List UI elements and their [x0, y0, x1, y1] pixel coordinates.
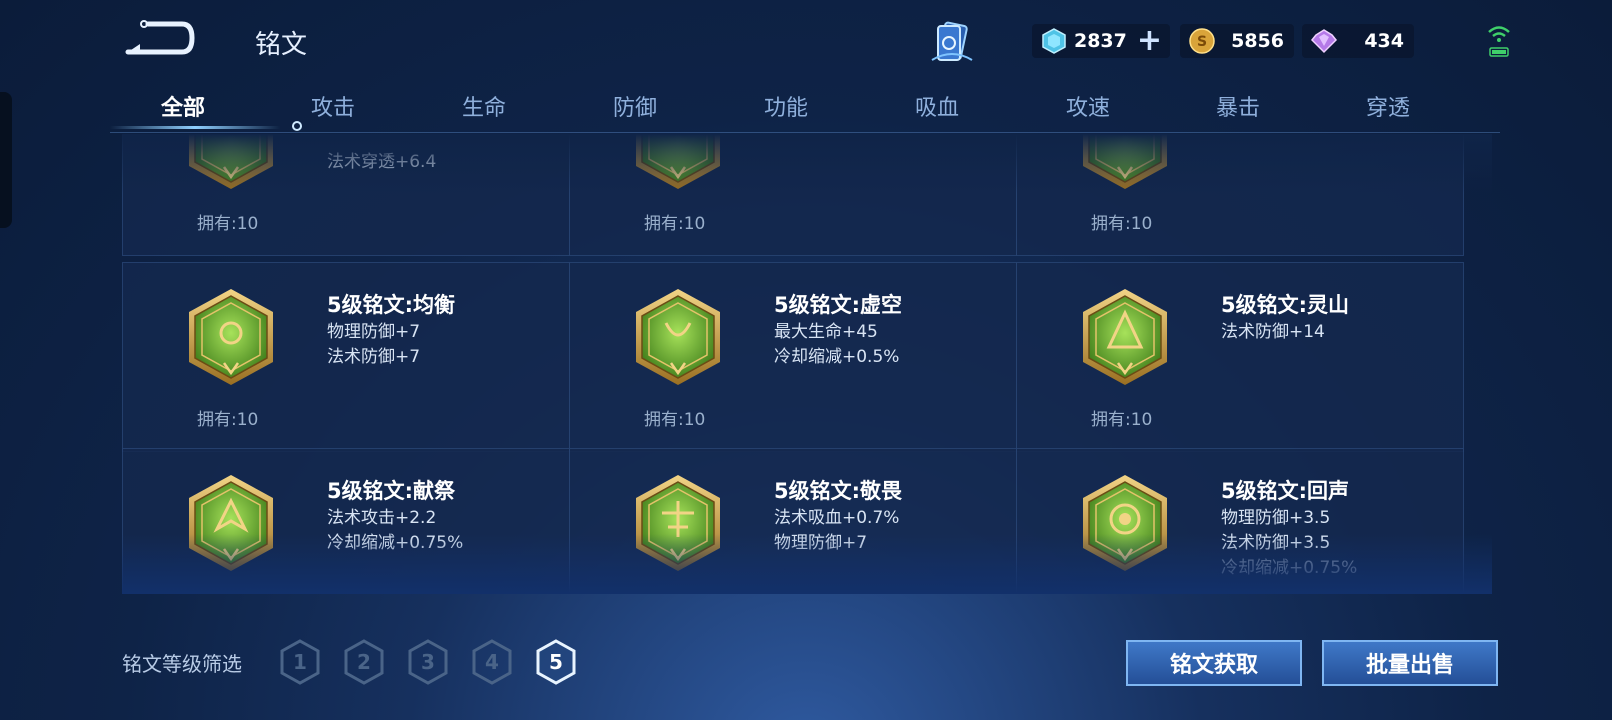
tab-attack[interactable]: 攻击 [311, 90, 355, 122]
level-filter-5-selected[interactable]: 5 [534, 638, 578, 686]
rune-owned-count: 拥有:10 [1091, 410, 1153, 430]
rune-grid: 法术穿透+6.4 拥有:10 拥有:10 拥有:10 5级铭文:均衡 物理防御+… [122, 134, 1492, 594]
tab-attack-speed[interactable]: 攻速 [1066, 90, 1110, 122]
rune-card-balance[interactable]: 5级铭文:均衡 物理防御+7 法术防御+7 拥有:10 [122, 262, 570, 452]
svg-text:1: 1 [293, 650, 307, 674]
rune-card-awe[interactable]: 5级铭文:敬畏 法术吸血+0.7% 物理防御+7 [569, 448, 1017, 594]
diamond-icon [1042, 28, 1066, 54]
rune-attribute: 法术攻击+2.2 [327, 508, 437, 528]
rune-card-sacrifice[interactable]: 5级铭文:献祭 法术攻击+2.2 冷却缩减+0.75% [122, 448, 570, 594]
svg-text:5: 5 [549, 650, 563, 674]
rune-owned-count: 拥有:10 [1091, 214, 1153, 234]
rune-owned-count: 拥有:10 [644, 410, 706, 430]
coin-counter: S 5856 [1180, 24, 1294, 58]
rune-emblem-icon [1079, 134, 1171, 191]
side-handle[interactable] [0, 92, 12, 228]
tab-defense[interactable]: 防御 [613, 90, 657, 122]
rune-owned-count: 拥有:10 [644, 214, 706, 234]
tab-penetration[interactable]: 穿透 [1366, 90, 1410, 122]
back-arrow-icon[interactable] [120, 18, 200, 58]
svg-text:4: 4 [485, 650, 499, 674]
acquire-rune-button[interactable]: 铭文获取 [1126, 640, 1302, 686]
rune-emblem-icon [185, 287, 277, 387]
rune-name: 5级铭文:敬畏 [774, 479, 903, 503]
rune-attribute: 法术防御+7 [327, 347, 421, 367]
rune-name: 5级铭文:回声 [1221, 479, 1350, 503]
rune-name: 5级铭文:均衡 [327, 293, 456, 317]
bottom-bar: 铭文等级筛选 1 2 3 4 5 铭文获取 批量出售 [0, 630, 1612, 700]
level-filter-2[interactable]: 2 [342, 638, 386, 686]
rune-card-icon[interactable] [928, 18, 976, 66]
rune-name: 5级铭文:虚空 [774, 293, 903, 317]
svg-text:S: S [1197, 34, 1207, 50]
rune-attribute: 物理防御+7 [327, 322, 421, 342]
level-filter-label: 铭文等级筛选 [122, 652, 242, 676]
rune-attribute: 法术防御+14 [1221, 322, 1325, 342]
add-diamond-button[interactable]: + [1137, 26, 1170, 56]
rune-owned-count: 拥有:10 [197, 214, 259, 234]
active-tab-indicator [110, 126, 280, 129]
rune-attribute: 物理防御+3.5 [1221, 508, 1331, 528]
gem-value: 434 [1364, 30, 1404, 52]
rune-emblem-icon [632, 134, 724, 191]
top-bar: 铭文 2837 + S 5856 434 [0, 0, 1612, 85]
level-filter-1[interactable]: 1 [278, 638, 322, 686]
diamond-value: 2837 [1073, 30, 1127, 52]
gem-counter: 434 [1302, 24, 1414, 58]
category-tabs: 全部 攻击 生命 防御 功能 吸血 攻速 暴击 穿透 [110, 86, 1500, 133]
rune-attribute: 冷却缩减+0.75% [1221, 558, 1358, 578]
rune-attribute: 法术防御+3.5 [1221, 533, 1331, 553]
level-filter-3[interactable]: 3 [406, 638, 450, 686]
rune-name: 5级铭文:灵山 [1221, 293, 1350, 317]
rune-attribute: 法术吸血+0.7% [774, 508, 900, 528]
rune-card[interactable]: 法术穿透+6.4 拥有:10 [122, 134, 570, 256]
rune-attribute: 法术穿透+6.4 [327, 152, 437, 172]
level-filter-4[interactable]: 4 [470, 638, 514, 686]
coin-value: 5856 [1231, 30, 1284, 52]
coin-icon: S [1189, 28, 1215, 54]
rune-owned-count: 拥有:10 [197, 410, 259, 430]
rune-emblem-icon [1079, 287, 1171, 387]
tab-crit[interactable]: 暴击 [1216, 90, 1260, 122]
svg-text:2: 2 [357, 650, 371, 674]
tab-all[interactable]: 全部 [161, 90, 205, 122]
rune-attribute: 最大生命+45 [774, 322, 878, 342]
rune-emblem-icon [632, 473, 724, 573]
rune-attribute: 冷却缩减+0.5% [774, 347, 900, 367]
rune-card-echo[interactable]: 5级铭文:回声 物理防御+3.5 法术防御+3.5 冷却缩减+0.75% [1016, 448, 1464, 594]
rune-emblem-icon [632, 287, 724, 387]
gem-icon [1310, 29, 1338, 54]
rune-attribute: 物理防御+7 [774, 533, 868, 553]
tab-lifesteal[interactable]: 吸血 [915, 90, 959, 122]
diamond-counter: 2837 + [1032, 24, 1170, 58]
rune-card-spirit-mountain[interactable]: 5级铭文:灵山 法术防御+14 拥有:10 [1016, 262, 1464, 452]
rune-emblem-icon [185, 473, 277, 573]
tab-utility[interactable]: 功能 [764, 90, 808, 122]
active-tab-dot [292, 121, 302, 131]
bulk-sell-button[interactable]: 批量出售 [1322, 640, 1498, 686]
rune-card[interactable]: 拥有:10 [1016, 134, 1464, 256]
page-title: 铭文 [255, 30, 308, 60]
rune-card[interactable]: 拥有:10 [569, 134, 1017, 256]
rune-emblem-icon [185, 134, 277, 191]
rune-card-void[interactable]: 5级铭文:虚空 最大生命+45 冷却缩减+0.5% 拥有:10 [569, 262, 1017, 452]
rune-name: 5级铭文:献祭 [327, 479, 456, 503]
rune-emblem-icon [1079, 473, 1171, 573]
wifi-battery-icon [1488, 26, 1510, 57]
tab-health[interactable]: 生命 [462, 90, 506, 122]
svg-text:3: 3 [421, 650, 435, 674]
rune-attribute: 冷却缩减+0.75% [327, 533, 464, 553]
